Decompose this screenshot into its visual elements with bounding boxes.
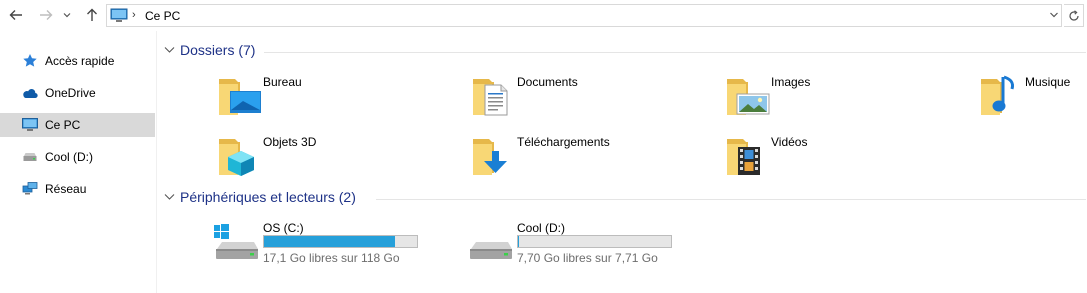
folder-tile-bureau[interactable]: Bureau — [217, 71, 457, 121]
sidebar-item-acces-rapide[interactable]: Accès rapide — [0, 49, 155, 73]
desktop-folder-icon — [219, 79, 261, 115]
star-icon — [23, 54, 37, 67]
arrow-up-icon — [87, 8, 97, 21]
content-pane: Dossiers (7) Bureau Documents Images Mus… — [158, 31, 1087, 293]
sidebar-item-label: Ce PC — [45, 118, 81, 132]
drive-icon — [470, 242, 512, 259]
drive-usage-fill — [264, 236, 395, 247]
group-title: Périphériques et lecteurs (2) — [180, 189, 356, 205]
sidebar-item-cool-d[interactable]: Cool (D:) — [0, 145, 155, 169]
up-button[interactable] — [82, 4, 102, 26]
drive-free-space: 7,70 Go libres sur 7,71 Go — [517, 251, 658, 265]
documents-folder-icon — [473, 79, 508, 116]
chevron-down-icon[interactable] — [1049, 10, 1059, 20]
navigation-pane: Accès rapide OneDrive Ce PC Cool (D:) Ré… — [0, 31, 157, 293]
sidebar-item-label: Cool (D:) — [45, 150, 94, 164]
drive-name: Cool (D:) — [517, 221, 566, 235]
arrow-left-icon — [9, 10, 22, 20]
drive-usage-bar — [517, 235, 672, 248]
refresh-button[interactable] — [1064, 4, 1084, 27]
group-header-dossiers[interactable]: Dossiers (7) — [164, 41, 1086, 61]
drive-icon — [23, 153, 37, 161]
folder-tile-telechargements[interactable]: Téléchargements — [471, 131, 711, 181]
folder-name: Images — [771, 75, 811, 89]
drive-usage-bar — [263, 235, 418, 248]
downloads-folder-icon — [473, 139, 507, 175]
folder-tile-images[interactable]: Images — [725, 71, 965, 121]
forward-button[interactable] — [36, 4, 56, 26]
folder-tile-documents[interactable]: Documents — [471, 71, 711, 121]
drive-tile-os-c[interactable]: OS (C:) 17,1 Go libres sur 118 Go — [213, 217, 453, 269]
sidebar-item-ce-pc[interactable]: Ce PC — [0, 113, 155, 137]
drive-free-space: 17,1 Go libres sur 118 Go — [263, 251, 400, 265]
computer-icon — [110, 8, 128, 22]
cloud-icon — [23, 89, 38, 99]
folder-tile-musique[interactable]: Musique — [979, 71, 1087, 121]
folder-name: Objets 3D — [263, 135, 317, 149]
folder-name: Bureau — [263, 75, 302, 89]
chevron-down-icon — [63, 13, 71, 18]
drive-tile-cool-d[interactable]: Cool (D:) 7,70 Go libres sur 7,71 Go — [467, 217, 707, 269]
recent-locations-button[interactable] — [60, 4, 74, 26]
breadcrumb-separator: › — [132, 9, 136, 21]
folder-name: Musique — [1025, 75, 1071, 89]
windows-drive-icon — [214, 224, 258, 259]
chevron-down-icon[interactable] — [164, 46, 175, 54]
computer-icon — [22, 118, 38, 131]
network-icon — [22, 182, 38, 195]
address-bar[interactable]: › Ce PC — [106, 4, 1062, 27]
group-divider — [376, 199, 1086, 200]
3d-objects-folder-icon — [219, 139, 254, 176]
group-divider — [264, 52, 1086, 53]
videos-folder-icon — [727, 139, 760, 175]
breadcrumb-ce-pc[interactable]: Ce PC — [145, 9, 180, 23]
sidebar-item-onedrive[interactable]: OneDrive — [0, 81, 155, 105]
back-button[interactable] — [6, 4, 26, 26]
refresh-icon — [1068, 9, 1079, 21]
arrow-right-icon — [40, 10, 53, 20]
navigation-bar: › Ce PC — [0, 0, 1087, 31]
folder-name: Documents — [517, 75, 578, 89]
folder-name: Vidéos — [771, 135, 808, 149]
folder-tile-videos[interactable]: Vidéos — [725, 131, 965, 181]
drive-name: OS (C:) — [263, 221, 304, 235]
sidebar-item-label: Réseau — [45, 182, 87, 196]
folder-name: Téléchargements — [517, 135, 610, 149]
sidebar-item-label: OneDrive — [45, 86, 96, 100]
music-folder-icon — [981, 75, 1014, 115]
pictures-folder-icon — [727, 79, 770, 115]
sidebar-item-label: Accès rapide — [45, 54, 115, 68]
group-header-peripheriques[interactable]: Périphériques et lecteurs (2) — [164, 188, 1086, 208]
folder-tile-objets-3d[interactable]: Objets 3D — [217, 131, 457, 181]
chevron-down-icon[interactable] — [164, 193, 175, 201]
sidebar-item-reseau[interactable]: Réseau — [0, 177, 155, 201]
group-title: Dossiers (7) — [180, 42, 256, 58]
